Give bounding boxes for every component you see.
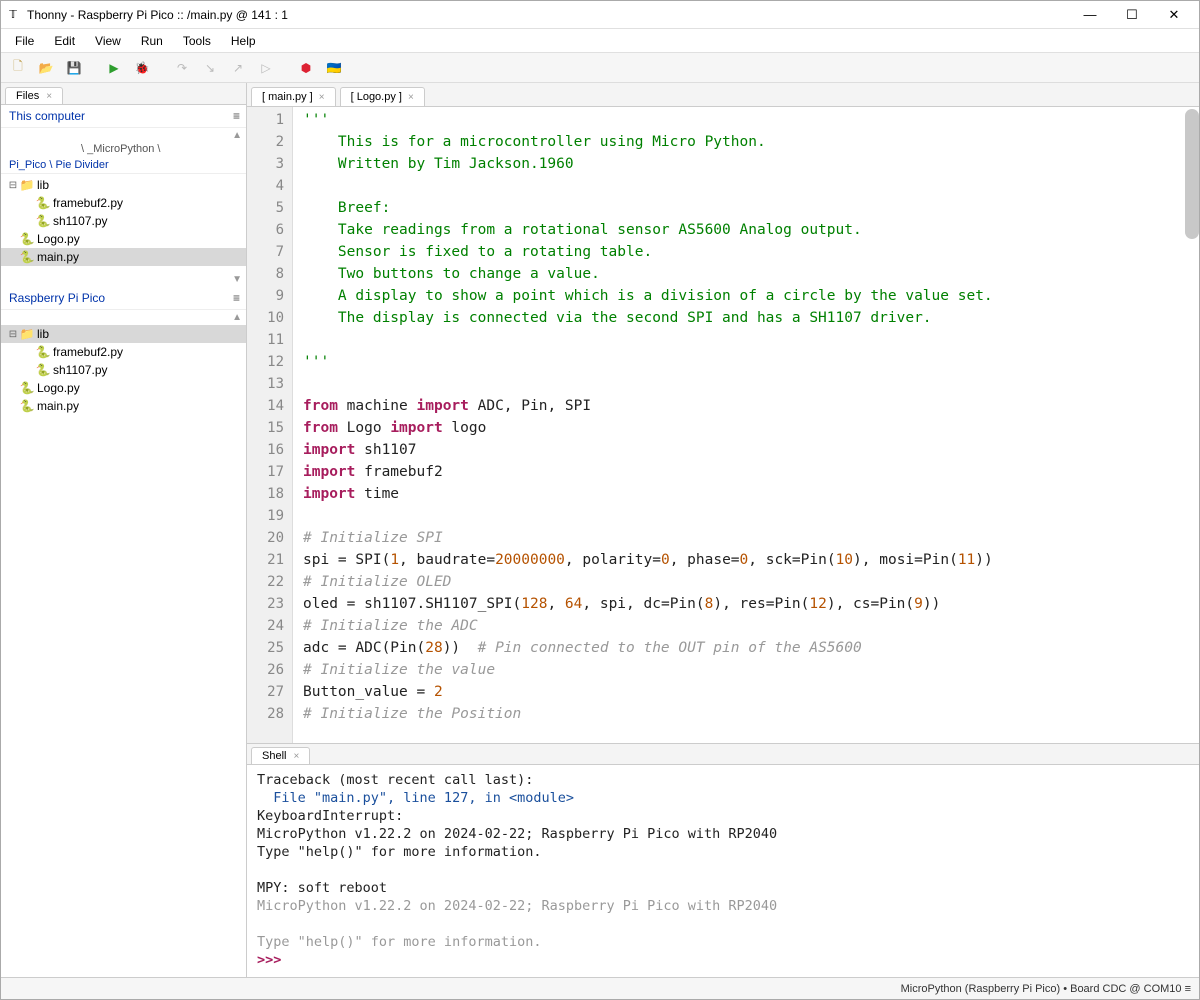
close-icon[interactable]: × xyxy=(294,751,300,762)
shell-prompt[interactable]: >>> xyxy=(257,952,290,968)
step-into-icon[interactable]: ↘ xyxy=(199,57,221,79)
step-over-icon[interactable]: ↷ xyxy=(171,57,193,79)
window-controls: — ☐ ✕ xyxy=(1069,2,1195,28)
menu-tools[interactable]: Tools xyxy=(173,31,221,51)
file-item[interactable]: 🐍sh1107.py xyxy=(1,361,246,379)
tree-label: Logo.py xyxy=(37,232,80,246)
folder-icon: 📁 xyxy=(19,327,35,341)
python-file-icon: 🐍 xyxy=(35,363,51,377)
file-item[interactable]: 🐍main.py xyxy=(1,248,246,266)
app-icon: 𝕋 xyxy=(5,7,21,23)
tree-label: main.py xyxy=(37,399,79,413)
device-file-tree: ⊟📁lib🐍framebuf2.py🐍sh1107.py🐍Logo.py🐍mai… xyxy=(1,323,246,423)
editor-tab[interactable]: [ main.py ] × xyxy=(251,87,336,106)
python-file-icon: 🐍 xyxy=(35,214,51,228)
editor-tab[interactable]: [ Logo.py ] × xyxy=(340,87,425,106)
scroll-down-icon[interactable]: ▼ xyxy=(1,274,246,287)
menu-bar: FileEditViewRunToolsHelp xyxy=(1,29,1199,53)
scroll-up-icon[interactable]: ▲ xyxy=(1,128,246,141)
python-file-icon: 🐍 xyxy=(19,381,35,395)
hamburger-icon[interactable]: ≡ xyxy=(233,291,238,305)
tree-label: Logo.py xyxy=(37,381,80,395)
debug-icon[interactable]: 🐞 xyxy=(131,57,153,79)
new-file-icon[interactable]: 🗋 xyxy=(7,57,29,79)
python-file-icon: 🐍 xyxy=(35,196,51,210)
python-file-icon: 🐍 xyxy=(19,232,35,246)
vertical-scrollbar[interactable] xyxy=(1185,109,1199,239)
expander-icon[interactable]: ⊟ xyxy=(7,329,19,340)
run-icon[interactable]: ▶ xyxy=(103,57,125,79)
save-file-icon[interactable]: 💾 xyxy=(63,57,85,79)
tree-label: lib xyxy=(37,178,49,192)
line-number-gutter: 1234567891011121314151617181920212223242… xyxy=(247,107,293,743)
close-icon[interactable]: × xyxy=(46,91,52,102)
ukraine-flag-icon[interactable]: 🇺🇦 xyxy=(323,57,345,79)
file-item[interactable]: 🐍Logo.py xyxy=(1,230,246,248)
window-title: Thonny - Raspberry Pi Pico :: /main.py @… xyxy=(27,8,1069,22)
expander-icon[interactable]: ⊟ xyxy=(7,180,19,191)
shell-tab[interactable]: Shell × xyxy=(251,747,310,764)
tree-label: sh1107.py xyxy=(53,363,108,377)
close-button[interactable]: ✕ xyxy=(1153,2,1195,28)
folder-item[interactable]: ⊟📁lib xyxy=(1,325,246,343)
toolbar: 🗋 📂 💾 ▶ 🐞 ↷ ↘ ↗ ▷ ⬢ 🇺🇦 xyxy=(1,53,1199,83)
title-bar: 𝕋 Thonny - Raspberry Pi Pico :: /main.py… xyxy=(1,1,1199,29)
tree-label: main.py xyxy=(37,250,79,264)
file-item[interactable]: 🐍main.py xyxy=(1,397,246,415)
local-subpath[interactable]: Pi_Pico \ Pie Divider xyxy=(1,157,246,174)
shell-tab-label: Shell xyxy=(262,750,286,762)
python-file-icon: 🐍 xyxy=(35,345,51,359)
scroll-up-icon[interactable]: ▲ xyxy=(1,310,246,323)
stop-icon[interactable]: ⬢ xyxy=(295,57,317,79)
editor-tab-row: [ main.py ] × [ Logo.py ] × xyxy=(247,83,1199,107)
code-editor[interactable]: 1234567891011121314151617181920212223242… xyxy=(247,107,1199,743)
resume-icon[interactable]: ▷ xyxy=(255,57,277,79)
close-icon[interactable]: × xyxy=(408,92,414,103)
files-panel: Files × This computer ≡ ▲ \ _MicroPython… xyxy=(1,83,247,977)
status-bar: MicroPython (Raspberry Pi Pico) • Board … xyxy=(1,977,1199,999)
file-item[interactable]: 🐍framebuf2.py xyxy=(1,343,246,361)
python-file-icon: 🐍 xyxy=(19,399,35,413)
tree-label: framebuf2.py xyxy=(53,196,123,210)
tree-label: framebuf2.py xyxy=(53,345,123,359)
status-right[interactable]: MicroPython (Raspberry Pi Pico) • Board … xyxy=(901,983,1191,995)
shell-output[interactable]: Traceback (most recent call last): File … xyxy=(247,765,1199,977)
file-item[interactable]: 🐍framebuf2.py xyxy=(1,194,246,212)
folder-item[interactable]: ⊟📁lib xyxy=(1,176,246,194)
files-tab[interactable]: Files × xyxy=(5,87,63,104)
open-file-icon[interactable]: 📂 xyxy=(35,57,57,79)
menu-run[interactable]: Run xyxy=(131,31,173,51)
menu-file[interactable]: File xyxy=(5,31,44,51)
tree-label: sh1107.py xyxy=(53,214,108,228)
local-path[interactable]: \ _MicroPython \ xyxy=(1,141,246,157)
file-item[interactable]: 🐍sh1107.py xyxy=(1,212,246,230)
python-file-icon: 🐍 xyxy=(19,250,35,264)
editor-tab-label: [ main.py ] xyxy=(262,91,313,103)
folder-icon: 📁 xyxy=(19,178,35,192)
file-item[interactable]: 🐍Logo.py xyxy=(1,379,246,397)
tree-label: lib xyxy=(37,327,49,341)
files-tab-label: Files xyxy=(16,90,39,102)
maximize-button[interactable]: ☐ xyxy=(1111,2,1153,28)
menu-help[interactable]: Help xyxy=(221,31,266,51)
minimize-button[interactable]: — xyxy=(1069,2,1111,28)
device-header-label: Raspberry Pi Pico xyxy=(9,291,105,305)
local-header[interactable]: This computer ≡ xyxy=(1,105,246,128)
close-icon[interactable]: × xyxy=(319,92,325,103)
code-content[interactable]: ''' This is for a microcontroller using … xyxy=(293,107,1199,743)
device-header[interactable]: Raspberry Pi Pico ≡ xyxy=(1,287,246,310)
step-out-icon[interactable]: ↗ xyxy=(227,57,249,79)
local-file-tree: ⊟📁lib🐍framebuf2.py🐍sh1107.py🐍Logo.py🐍mai… xyxy=(1,174,246,274)
menu-edit[interactable]: Edit xyxy=(44,31,85,51)
hamburger-icon[interactable]: ≡ xyxy=(233,109,238,123)
editor-tab-label: [ Logo.py ] xyxy=(351,91,402,103)
local-header-label: This computer xyxy=(9,109,85,123)
menu-view[interactable]: View xyxy=(85,31,131,51)
